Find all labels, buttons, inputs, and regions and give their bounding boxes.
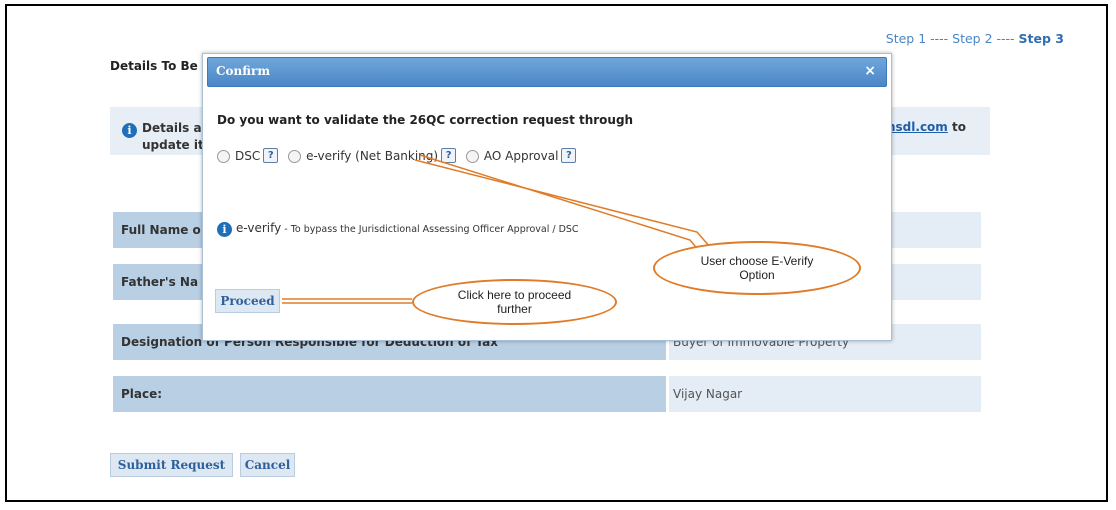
callout-pointers (282, 154, 711, 304)
everify-callout: User choose E-Verify Option (653, 241, 861, 295)
everify-pointer-line (414, 159, 711, 248)
proceed-callout: Click here to proceed further (412, 279, 617, 325)
everify-pointer-line (419, 154, 701, 253)
